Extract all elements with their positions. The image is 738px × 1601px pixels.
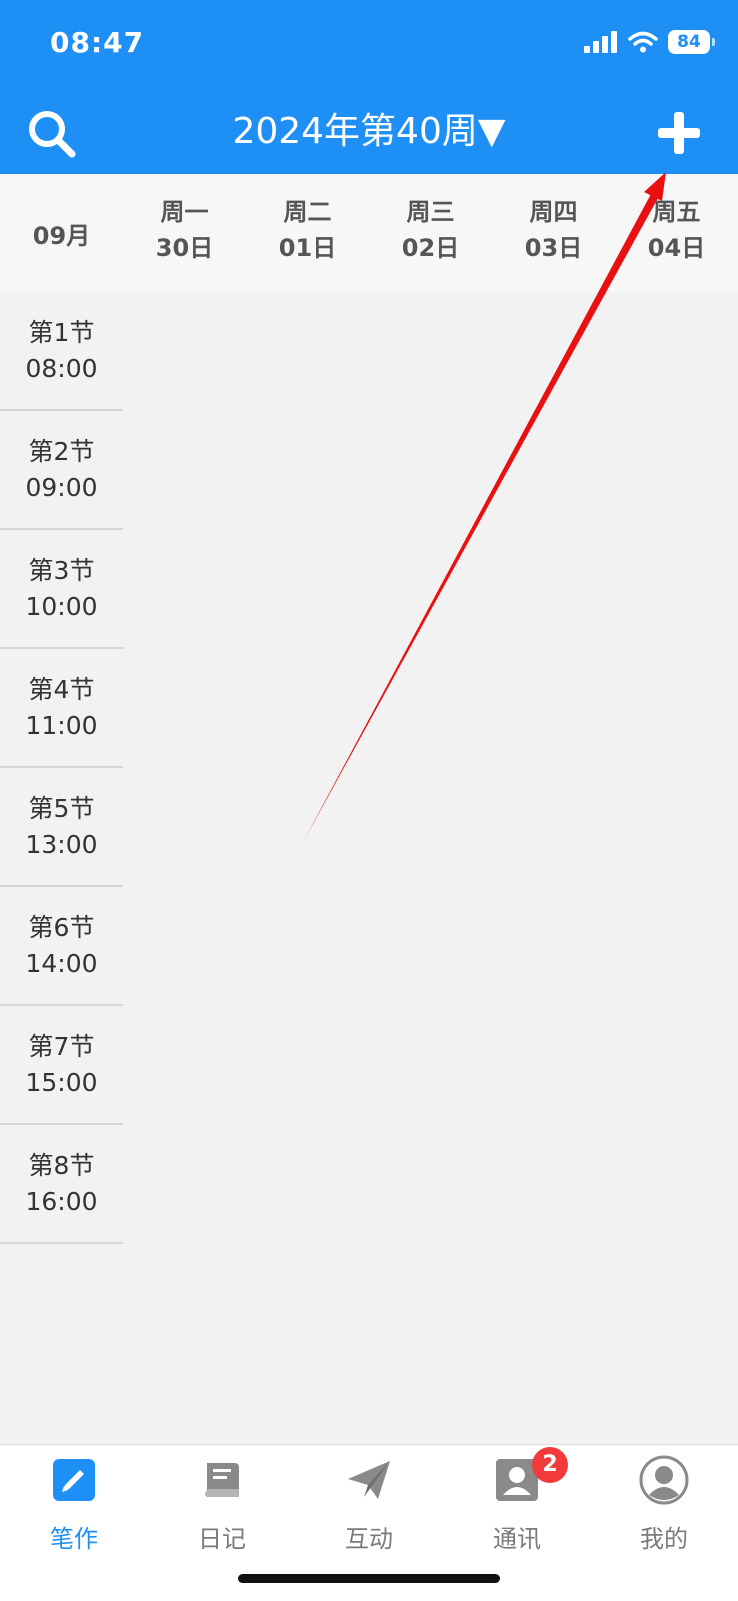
weekday-label: 周四 bbox=[529, 198, 578, 226]
period-cell: 第5节 13:00 bbox=[0, 768, 123, 887]
weekday-label: 周一 bbox=[160, 198, 209, 226]
period-time: 16:00 bbox=[25, 1186, 98, 1216]
period-cell: 第6节 14:00 bbox=[0, 887, 123, 1006]
period-label: 第4节 bbox=[28, 674, 95, 704]
date-label: 03日 bbox=[524, 234, 583, 262]
period-time: 14:00 bbox=[25, 948, 98, 978]
period-label: 第8节 bbox=[28, 1150, 95, 1180]
period-cell: 第7节 15:00 bbox=[0, 1006, 123, 1125]
contact-card-icon: 2 bbox=[492, 1447, 568, 1505]
date-label: 04日 bbox=[647, 234, 706, 262]
tab-label: 日记 bbox=[198, 1525, 246, 1553]
tab-interact[interactable]: 互动 bbox=[295, 1455, 443, 1554]
tab-label: 我的 bbox=[640, 1525, 688, 1553]
period-cell: 第2节 09:00 bbox=[0, 411, 123, 530]
period-time: 11:00 bbox=[25, 710, 98, 740]
tab-label: 互动 bbox=[345, 1525, 393, 1553]
tab-label: 通讯 bbox=[493, 1525, 541, 1553]
paper-plane-icon bbox=[344, 1455, 394, 1505]
period-label: 第3节 bbox=[28, 555, 95, 585]
top-header: 08:47 84 2024年第40周▼ bbox=[0, 0, 738, 174]
day-column-header: 周五 04日 bbox=[615, 194, 738, 266]
tab-pen[interactable]: 笔作 bbox=[0, 1455, 148, 1554]
weekday-label: 周三 bbox=[406, 198, 455, 226]
date-label: 01日 bbox=[278, 234, 337, 262]
period-time: 15:00 bbox=[25, 1067, 98, 1097]
period-label: 第6节 bbox=[28, 912, 95, 942]
date-header-row: 09月 周一 30日 周二 01日 周三 02日 周四 03日 周五 04日 bbox=[0, 174, 738, 293]
period-cell: 第3节 10:00 bbox=[0, 530, 123, 649]
tab-label: 笔作 bbox=[50, 1525, 98, 1553]
weekday-label: 周五 bbox=[652, 198, 701, 226]
period-time: 10:00 bbox=[25, 591, 98, 621]
period-label: 第5节 bbox=[28, 793, 95, 823]
day-column-header: 周三 02日 bbox=[369, 194, 492, 266]
battery-indicator: 84 bbox=[668, 30, 715, 54]
date-label: 30日 bbox=[155, 234, 214, 262]
tab-me[interactable]: 我的 bbox=[590, 1455, 738, 1554]
day-column-header: 周四 03日 bbox=[492, 194, 615, 266]
period-label: 第1节 bbox=[28, 317, 95, 347]
user-avatar-icon bbox=[639, 1455, 689, 1505]
period-cell: 第4节 11:00 bbox=[0, 649, 123, 768]
schedule-grid[interactable] bbox=[123, 292, 738, 1444]
week-selector[interactable]: 2024年第40周▼ bbox=[0, 102, 738, 154]
period-time: 09:00 bbox=[25, 472, 98, 502]
tab-contacts[interactable]: 2 通讯 bbox=[443, 1447, 591, 1554]
cellular-signal-icon bbox=[584, 31, 617, 53]
wifi-icon bbox=[628, 31, 658, 53]
notification-badge: 2 bbox=[532, 1447, 568, 1483]
day-column-header: 周一 30日 bbox=[123, 194, 246, 266]
day-column-header: 周二 01日 bbox=[246, 194, 369, 266]
period-label: 第2节 bbox=[28, 436, 95, 466]
period-cell: 第8节 16:00 bbox=[0, 1125, 123, 1244]
period-column: 第1节 08:00 第2节 09:00 第3节 10:00 第4节 11:00 … bbox=[0, 292, 123, 1244]
month-label: 09月 bbox=[32, 221, 91, 250]
period-cell: 第1节 08:00 bbox=[0, 292, 123, 411]
book-icon bbox=[197, 1455, 247, 1505]
period-label: 第7节 bbox=[28, 1031, 95, 1061]
date-label: 02日 bbox=[401, 234, 460, 262]
home-indicator bbox=[238, 1574, 500, 1583]
pencil-icon bbox=[49, 1455, 99, 1505]
tab-diary[interactable]: 日记 bbox=[148, 1455, 296, 1554]
status-icons: 84 bbox=[584, 30, 715, 54]
period-time: 13:00 bbox=[25, 829, 98, 859]
weekday-label: 周二 bbox=[283, 198, 332, 226]
add-icon[interactable] bbox=[656, 110, 702, 156]
period-time: 08:00 bbox=[25, 353, 98, 383]
status-time: 08:47 bbox=[50, 26, 145, 59]
